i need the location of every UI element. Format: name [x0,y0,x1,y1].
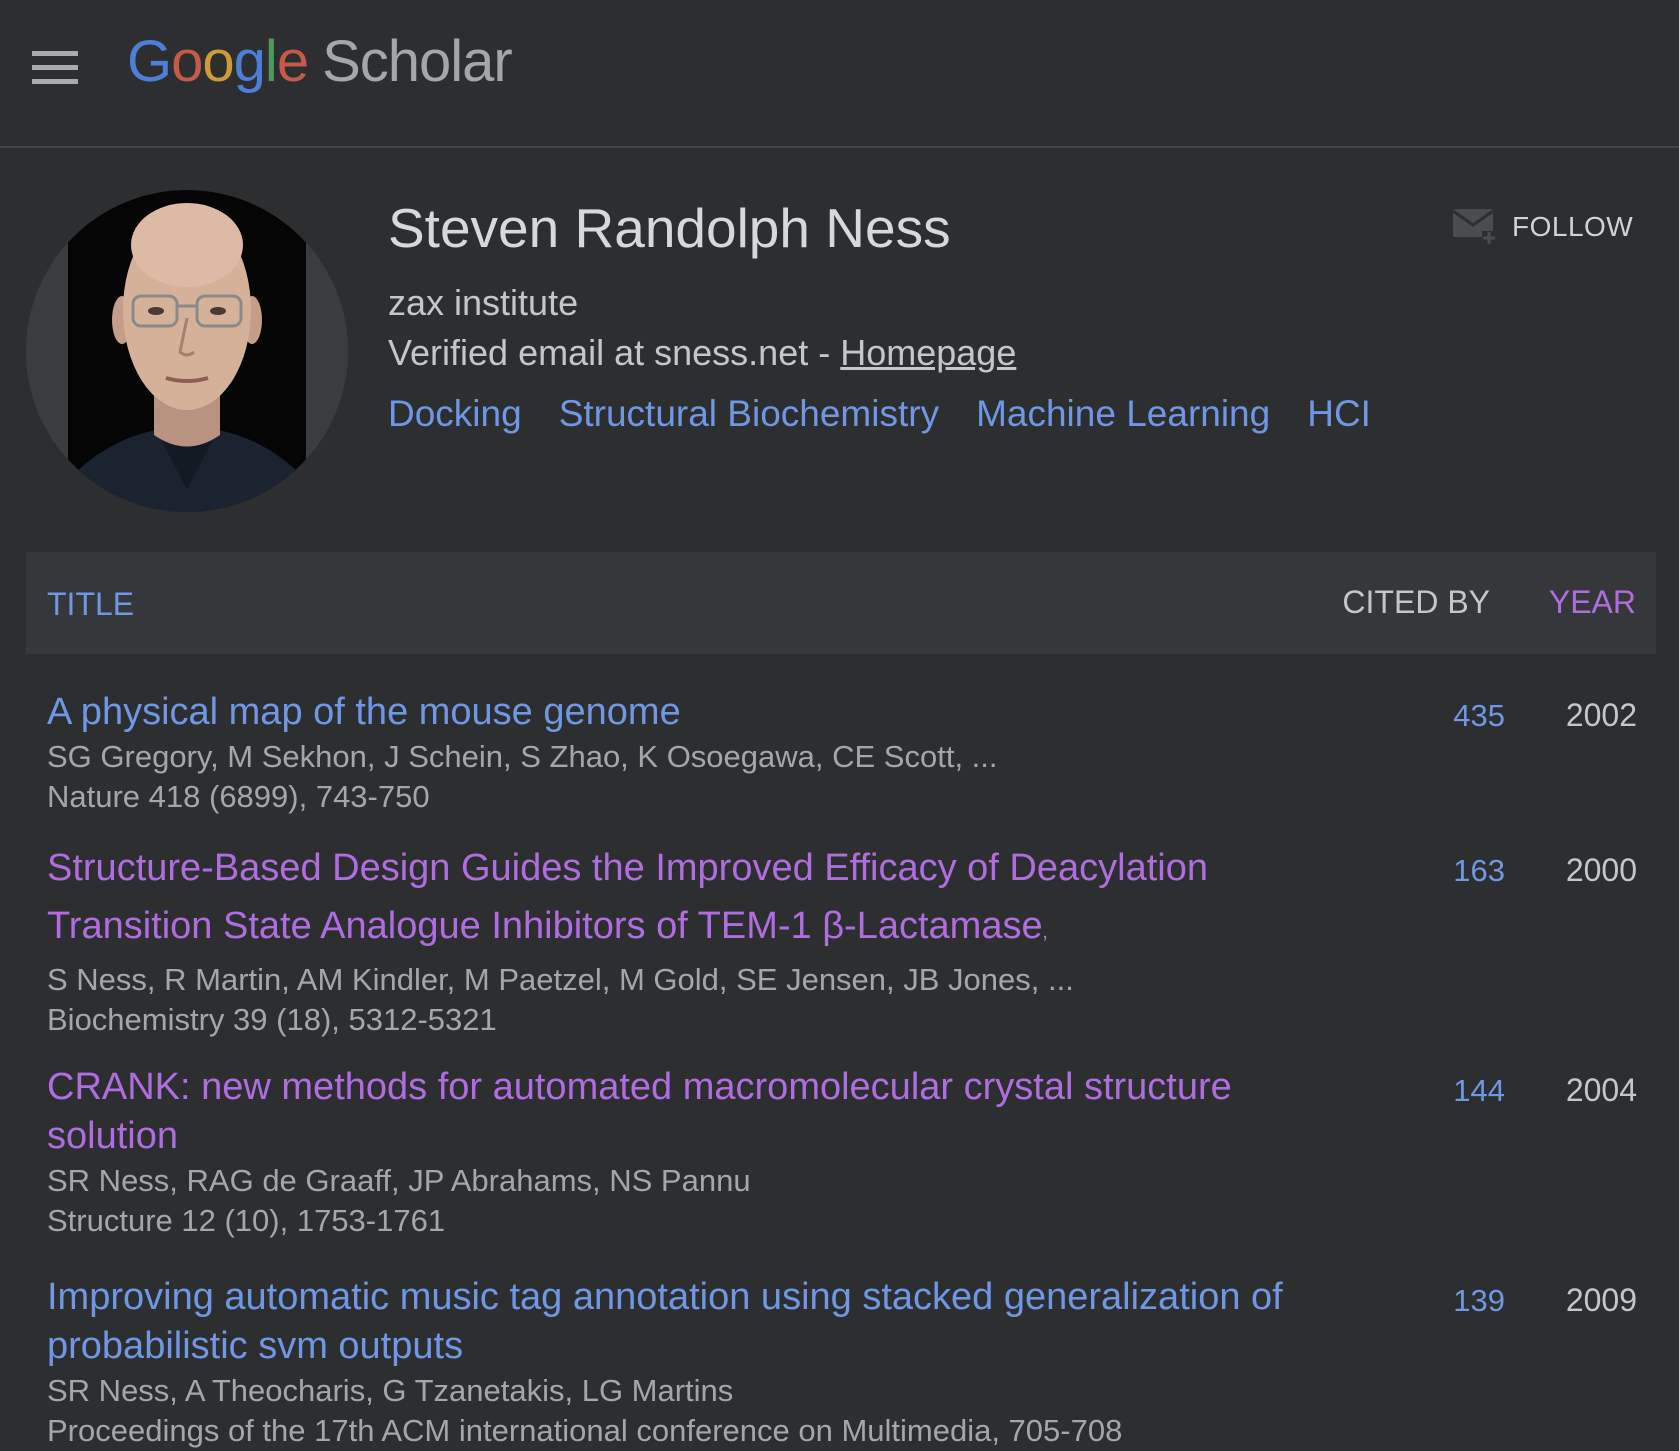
article-title-link[interactable]: A physical map of the mouse genome [47,688,1317,737]
hamburger-menu-icon[interactable] [30,48,80,88]
article-title-link[interactable]: CRANK: new methods for automated macromo… [47,1063,1317,1161]
interest-link-hci[interactable]: HCI [1307,393,1371,434]
interest-link-structural-biochemistry[interactable]: Structural Biochemistry [559,393,939,434]
article-authors: SG Gregory, M Sekhon, J Schein, S Zhao, … [47,739,998,774]
profile-name: Steven Randolph Ness [388,197,951,259]
article-row: CRANK: new methods for automated macromo… [47,1063,1637,1241]
cited-by-count-link[interactable]: 163 [1453,853,1505,889]
sort-by-year-header[interactable]: YEAR [1549,584,1636,621]
follow-button[interactable]: FOLLOW [1452,204,1633,250]
cited-by-count-link[interactable]: 435 [1453,698,1505,734]
articles-table-header: TITLE CITED BY YEAR [26,552,1656,654]
interest-link-machine-learning[interactable]: Machine Learning [976,393,1270,434]
profile-avatar [26,190,348,512]
article-title-link[interactable]: Improving automatic music tag annotation… [47,1273,1317,1371]
profile-photo [26,190,348,512]
follow-label: FOLLOW [1512,211,1634,242]
research-interests: Docking Structural Biochemistry Machine Le… [388,393,1408,435]
profile-email-line: Verified email at sness.net - Homepage [388,332,1016,374]
article-row: A physical map of the mouse genome SG Gr… [47,688,1637,817]
cited-by-count-link[interactable]: 144 [1453,1073,1505,1109]
article-year: 2004 [1565,1072,1637,1108]
top-bar: Google Scholar [0,0,1679,148]
article-year: 2002 [1565,697,1637,733]
sort-by-cited-by-header[interactable]: CITED BY [1342,584,1490,621]
google-scholar-logo[interactable]: Google Scholar [127,28,513,95]
article-venue: Nature 418 (6899), 743-750 [47,779,430,814]
article-year: 2009 [1565,1282,1637,1318]
article-title-link[interactable]: Structure-Based Design Guides the Improv… [47,839,1317,960]
article-venue: Proceedings of the 17th ACM internationa… [47,1413,1123,1448]
cited-by-count-link[interactable]: 139 [1453,1283,1505,1319]
follow-mail-icon [1452,209,1496,245]
homepage-link[interactable]: Homepage [840,332,1016,373]
article-year: 2000 [1565,852,1637,888]
sort-by-title-header[interactable]: TITLE [47,586,134,623]
interest-link-docking[interactable]: Docking [388,393,522,434]
profile-affiliation: zax institute [388,282,579,323]
article-row: Improving automatic music tag annotation… [47,1273,1637,1451]
article-authors: S Ness, R Martin, AM Kindler, M Paetzel,… [47,962,1074,997]
verified-email-text: Verified email at sness.net - [388,332,841,373]
article-authors: SR Ness, RAG de Graaff, JP Abrahams, NS … [47,1163,751,1198]
article-authors: SR Ness, A Theocharis, G Tzanetakis, LG … [47,1373,734,1408]
article-venue: Biochemistry 39 (18), 5312-5321 [47,1002,497,1037]
article-venue: Structure 12 (10), 1753-1761 [47,1203,446,1238]
article-title-suffix: ‚ [1042,918,1048,943]
article-row: Structure-Based Design Guides the Improv… [47,839,1637,1040]
article-title-text: Structure-Based Design Guides the Improv… [47,847,1208,947]
